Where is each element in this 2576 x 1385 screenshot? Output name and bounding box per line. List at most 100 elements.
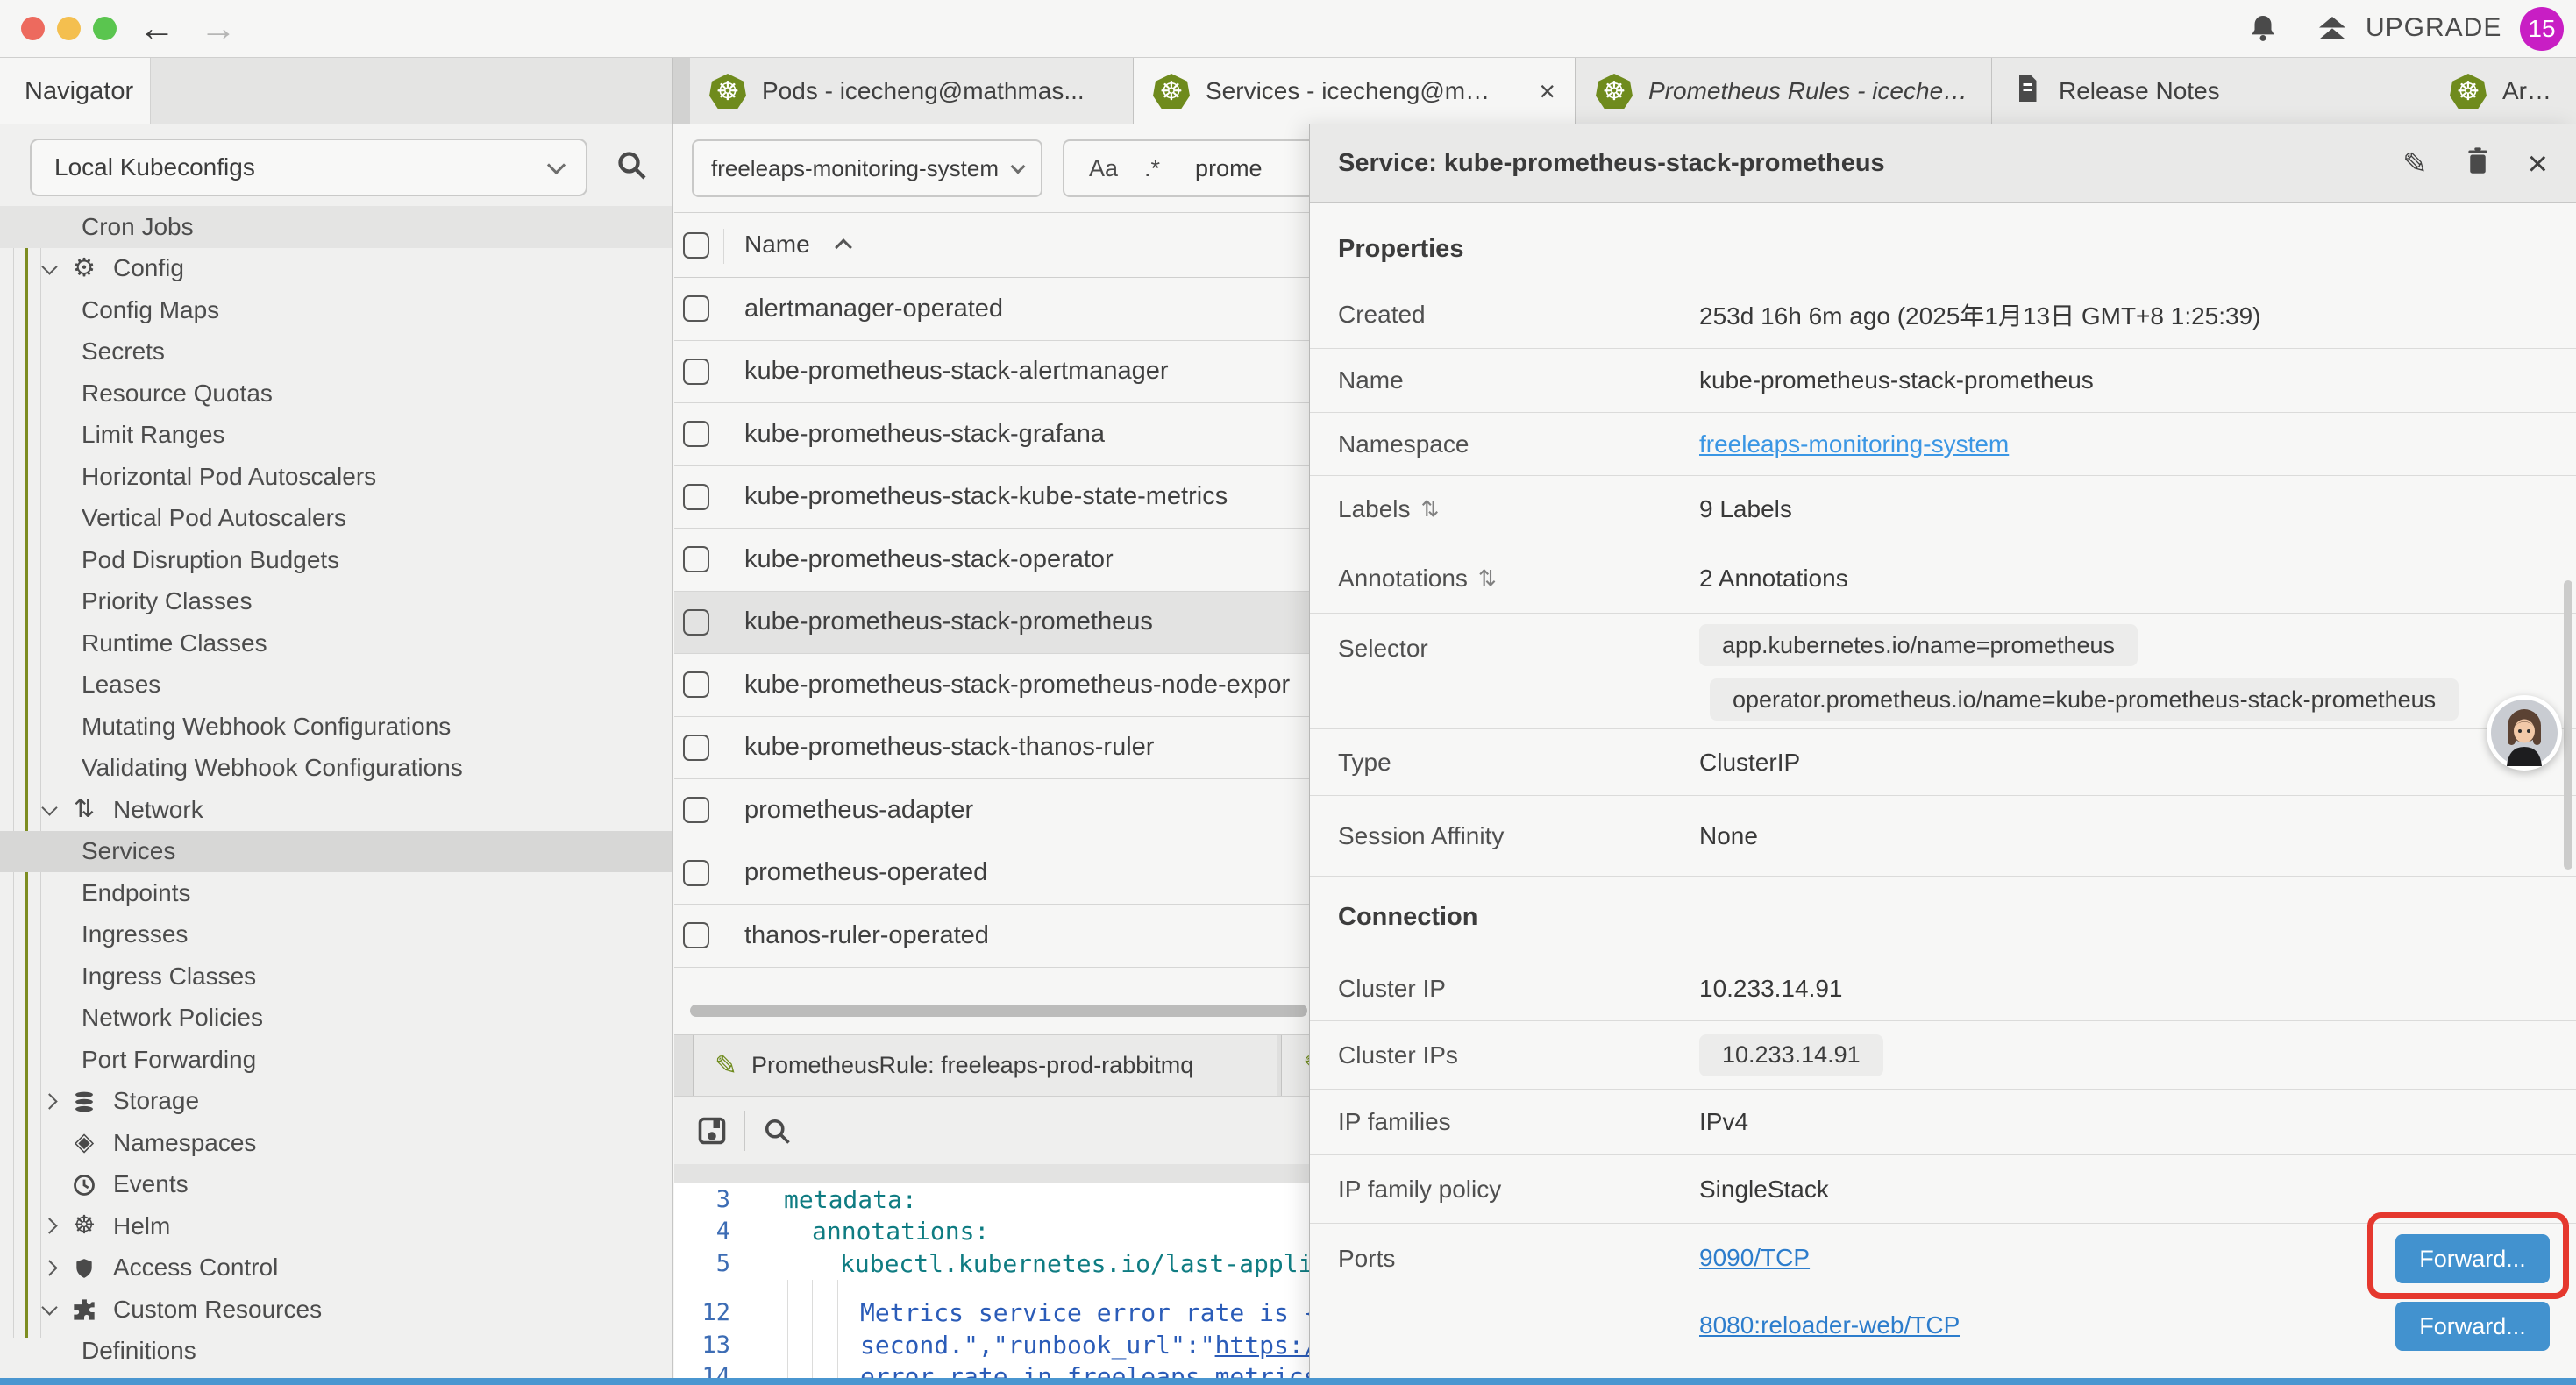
sidebar-item-ingress-classes[interactable]: Ingress Classes: [0, 955, 672, 998]
cluster-ips-row: Cluster IPs 10.233.14.91: [1310, 1021, 2576, 1090]
sidebar-item-validating-webhook-configurations[interactable]: Validating Webhook Configurations: [0, 748, 672, 790]
forward-button[interactable]: →: [200, 2, 237, 54]
row-checkbox[interactable]: [683, 797, 709, 823]
sidebar-item-priority-classes[interactable]: Priority Classes: [0, 581, 672, 623]
sidebar-item-network-policies[interactable]: Network Policies: [0, 998, 672, 1040]
row-checkbox[interactable]: [683, 735, 709, 761]
annotations-count: 2 Annotations: [1699, 565, 1848, 593]
horizontal-scrollbar[interactable]: [690, 1005, 1307, 1017]
upgrade-button[interactable]: UPGRADE: [2366, 13, 2501, 43]
editor-search-button[interactable]: [761, 1115, 793, 1151]
row-checkbox[interactable]: [683, 295, 709, 322]
close-panel-button[interactable]: ×: [2528, 146, 2548, 181]
close-tab-icon[interactable]: ×: [1539, 75, 1555, 108]
selector-row: Selector app.kubernetes.io/name=promethe…: [1310, 614, 2576, 729]
column-header-name[interactable]: Name: [744, 231, 810, 259]
created-value: 253d 16h 6m ago (2025年1月13日 GMT+8 1:25:3…: [1699, 297, 2261, 332]
row-checkbox[interactable]: [683, 484, 709, 510]
sidebar-item-network[interactable]: ⇅ Network: [0, 789, 672, 831]
sidebar-item-endpoints[interactable]: Endpoints: [0, 872, 672, 914]
sidebar-item-storage[interactable]: Storage: [0, 1081, 672, 1123]
editor-tab-prometheusrule[interactable]: ✎ PrometheusRule: freeleaps-prod-rabbitm…: [693, 1035, 1277, 1096]
sidebar-item-access-control[interactable]: Access Control: [0, 1247, 672, 1289]
gear-icon: ⚙: [67, 256, 102, 281]
sidebar-item-runtime-classes[interactable]: Runtime Classes: [0, 622, 672, 664]
sidebar-item-mutating-webhook-configurations[interactable]: Mutating Webhook Configurations: [0, 706, 672, 748]
selector-chip: app.kubernetes.io/name=prometheus: [1699, 624, 2138, 666]
properties-section-heading: Properties: [1310, 203, 2576, 281]
minimize-window-button[interactable]: [57, 17, 81, 40]
row-checkbox[interactable]: [683, 359, 709, 385]
row-checkbox[interactable]: [683, 671, 709, 698]
sidebar-item-resource-quotas[interactable]: Resource Quotas: [0, 373, 672, 415]
sidebar-item-services[interactable]: Services: [0, 831, 672, 873]
delete-button[interactable]: [2465, 146, 2491, 182]
sidebar-item-vertical-pod-autoscalers[interactable]: Vertical Pod Autoscalers: [0, 498, 672, 540]
sidebar-item-custom-resources[interactable]: Custom Resources: [0, 1289, 672, 1331]
type-row: Type ClusterIP: [1310, 729, 2576, 796]
row-checkbox[interactable]: [683, 546, 709, 572]
close-window-button[interactable]: [21, 17, 45, 40]
sidebar-item-config[interactable]: ⚙ Config: [0, 248, 672, 290]
detail-panel-body: Properties Created 253d 16h 6m ago (2025…: [1310, 203, 2576, 1385]
kubernetes-icon: ☸: [1153, 74, 1190, 109]
sidebar-item-port-forwarding[interactable]: Port Forwarding: [0, 1039, 672, 1081]
database-icon: [67, 1089, 102, 1114]
sidebar-item-secrets[interactable]: Secrets: [0, 331, 672, 373]
port-link-8080[interactable]: 8080:reloader-web/TCP: [1699, 1311, 1960, 1339]
app-window: ← → UPGRADE 15 Navigator ☸ Pods - iceche…: [0, 0, 2576, 1385]
match-case-toggle[interactable]: Aa: [1089, 155, 1118, 182]
user-avatar[interactable]: [2487, 695, 2562, 771]
row-checkbox[interactable]: [683, 922, 709, 948]
maximize-window-button[interactable]: [93, 17, 117, 40]
up-down-arrows-icon: ⇅: [67, 797, 102, 822]
name-value: kube-prometheus-stack-prometheus: [1699, 366, 2094, 394]
clock-icon: [67, 1172, 102, 1197]
expander-icon[interactable]: ⇅: [1478, 565, 1497, 592]
sidebar-item-helm[interactable]: ☸ Helm: [0, 1205, 672, 1247]
ip-families-value: IPv4: [1699, 1108, 1748, 1136]
resource-tree: Cron Jobs ⚙ Config Config Maps Secrets R…: [0, 206, 672, 1378]
sidebar-item-events[interactable]: Events: [0, 1164, 672, 1206]
row-checkbox[interactable]: [683, 860, 709, 886]
row-checkbox[interactable]: [683, 421, 709, 447]
labels-row: Labels⇅ 9 Labels: [1310, 476, 2576, 543]
ip-families-row: IP families IPv4: [1310, 1090, 2576, 1155]
sidebar-item-limit-ranges[interactable]: Limit Ranges: [0, 415, 672, 457]
sidebar-item-definitions[interactable]: Definitions: [0, 1331, 672, 1373]
sidebar-item-ingresses[interactable]: Ingresses: [0, 914, 672, 956]
kubeconfig-selector[interactable]: Local Kubeconfigs: [30, 138, 587, 196]
sidebar-search-button[interactable]: [614, 147, 649, 187]
namespace-filter-dropdown[interactable]: freeleaps-monitoring-system: [692, 139, 1042, 197]
tab-argo[interactable]: ☸ Argo Se: [2430, 58, 2576, 124]
select-all-checkbox[interactable]: [683, 232, 709, 259]
navigator-tab[interactable]: Navigator: [0, 58, 151, 124]
edit-button[interactable]: ✎: [2402, 149, 2428, 179]
sidebar-item-horizontal-pod-autoscalers[interactable]: Horizontal Pod Autoscalers: [0, 456, 672, 498]
back-button[interactable]: ←: [139, 2, 175, 54]
kubernetes-icon: ☸: [709, 74, 746, 109]
notifications-bell-icon[interactable]: [2246, 11, 2280, 51]
tab-pods[interactable]: ☸ Pods - icecheng@mathmas...: [690, 58, 1134, 124]
line-number: 3: [674, 1186, 730, 1213]
navigator-header: Navigator: [0, 58, 673, 124]
expander-icon[interactable]: ⇅: [1421, 496, 1440, 522]
regex-toggle[interactable]: .*: [1144, 155, 1160, 182]
row-checkbox[interactable]: [683, 609, 709, 636]
tab-services[interactable]: ☸ Services - icecheng@math... ×: [1134, 58, 1576, 124]
sidebar-item-pod-disruption-budgets[interactable]: Pod Disruption Budgets: [0, 539, 672, 581]
sidebar-item-cron-jobs[interactable]: Cron Jobs: [0, 206, 672, 248]
tab-prometheus-rules[interactable]: ☸ Prometheus Rules - icecheng...: [1576, 58, 1992, 124]
port-link-9090[interactable]: 9090/TCP: [1699, 1244, 1810, 1272]
sidebar-item-namespaces[interactable]: ◈ Namespaces: [0, 1122, 672, 1164]
sidebar-item-leases[interactable]: Leases: [0, 664, 672, 707]
tab-release-notes[interactable]: Release Notes: [1992, 58, 2430, 124]
name-row: Name kube-prometheus-stack-prometheus: [1310, 349, 2576, 413]
save-button[interactable]: [696, 1115, 728, 1151]
search-query: prome: [1195, 155, 1263, 182]
forward-button-8080[interactable]: Forward...: [2395, 1302, 2550, 1351]
sidebar-item-config-maps[interactable]: Config Maps: [0, 289, 672, 331]
notification-badge[interactable]: 15: [2520, 7, 2564, 51]
namespace-link[interactable]: freeleaps-monitoring-system: [1699, 430, 2009, 458]
panel-scrollbar[interactable]: [2564, 580, 2572, 870]
